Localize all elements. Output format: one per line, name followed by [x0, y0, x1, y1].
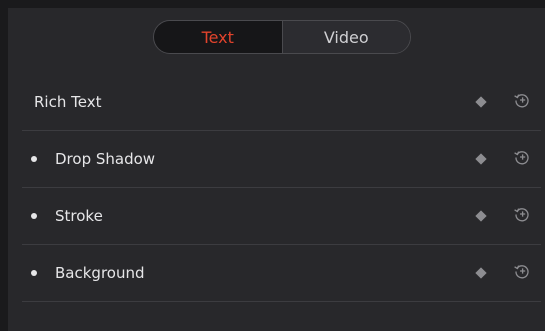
bullet-icon [31, 213, 37, 219]
property-row-stroke[interactable]: Stroke [22, 188, 541, 245]
reset-icon[interactable] [513, 262, 531, 280]
reset-icon[interactable] [513, 148, 531, 166]
property-row-background[interactable]: Background [22, 245, 541, 302]
tab-video[interactable]: Video [282, 21, 410, 53]
tab-switcher: Text Video [153, 20, 411, 54]
bullet-icon [31, 270, 37, 276]
keyframe-diamond-icon[interactable] [475, 96, 487, 108]
bullet-icon [31, 156, 37, 162]
keyframe-diamond-icon[interactable] [475, 153, 487, 165]
row-label: Drop Shadow [55, 150, 156, 168]
row-label: Stroke [55, 207, 103, 225]
row-label: Background [55, 264, 145, 282]
property-row-drop-shadow[interactable]: Drop Shadow [22, 131, 541, 188]
tab-text[interactable]: Text [154, 21, 283, 53]
property-row-rich-text[interactable]: Rich Text [22, 74, 541, 131]
row-label: Rich Text [34, 93, 102, 111]
keyframe-diamond-icon[interactable] [475, 267, 487, 279]
reset-icon[interactable] [513, 205, 531, 223]
keyframe-diamond-icon[interactable] [475, 210, 487, 222]
inspector-panel: Text Video Rich Text Drop Shadow Stroke [8, 8, 545, 331]
reset-icon[interactable] [513, 91, 531, 109]
